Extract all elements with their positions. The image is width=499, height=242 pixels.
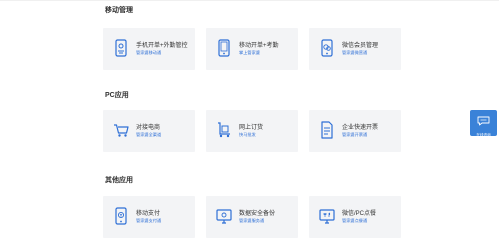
cart-icon	[113, 121, 129, 139]
card-title: 数据安全备份	[239, 211, 276, 217]
chat-bubble-icon	[477, 113, 490, 131]
phone-icon	[216, 39, 232, 57]
section-title-pc: PC应用	[105, 92, 129, 99]
card-subtitle: 掌上管家婆	[239, 50, 260, 55]
handcart-icon	[216, 121, 232, 139]
card-mobile-order-attendance[interactable]: 移动开单+考勤 掌上管家婆	[206, 28, 298, 70]
card-title: 对接电商	[136, 125, 161, 131]
invoice-icon	[319, 121, 335, 139]
monitor-icon	[216, 207, 232, 225]
card-subtitle: 管家婆服务通	[239, 218, 265, 223]
card-title: 手机开单+外勤管控	[136, 43, 188, 49]
card-wechat-member[interactable]: 微信会员管理 管家婆微营通	[309, 28, 401, 70]
card-title: 网上订货	[239, 125, 264, 131]
card-subtitle: 管家婆全渠道	[136, 132, 162, 137]
online-consult-label: 在线咨询	[476, 133, 491, 137]
card-subtitle: 管家婆开票通	[342, 132, 368, 137]
online-consult-widget[interactable]: 在线咨询	[470, 110, 497, 137]
card-title: 移动开单+考勤	[239, 43, 279, 49]
card-title: 微信会员管理	[342, 43, 379, 49]
card-subtitle: 管家婆微营通	[342, 50, 368, 55]
phone-id-icon	[113, 39, 129, 57]
card-ecommerce[interactable]: 对接电商 管家婆全渠道	[103, 110, 195, 152]
card-data-backup[interactable]: 数据安全备份 管家婆服务通	[206, 196, 298, 238]
section-title-other: 其他应用	[105, 177, 133, 184]
mobile-pay-icon	[113, 207, 129, 225]
card-subtitle: 管家婆点餐通	[342, 218, 368, 223]
section-title-mobile: 移动管理	[105, 7, 133, 14]
card-subtitle: 管家婆支付通	[136, 218, 162, 223]
card-invoice[interactable]: 企业快速开票 管家婆开票通	[309, 110, 401, 152]
top-divider	[0, 0, 499, 1]
card-mobile-order-field[interactable]: 手机开单+外勤管控 管家婆移动通	[103, 28, 195, 70]
card-subtitle: 快马批发	[239, 132, 256, 137]
dining-icon	[319, 207, 335, 225]
card-title: 企业快速开票	[342, 125, 379, 131]
card-mobile-pay[interactable]: 移动支付 管家婆支付通	[103, 196, 195, 238]
card-subtitle: 管家婆移动通	[136, 50, 162, 55]
card-title: 微信/PC点餐	[342, 211, 377, 217]
card-dining[interactable]: 微信/PC点餐 管家婆点餐通	[309, 196, 401, 238]
card-online-ordering[interactable]: 网上订货 快马批发	[206, 110, 298, 152]
card-title: 移动支付	[136, 211, 161, 217]
phone-wechat-icon	[319, 39, 335, 57]
